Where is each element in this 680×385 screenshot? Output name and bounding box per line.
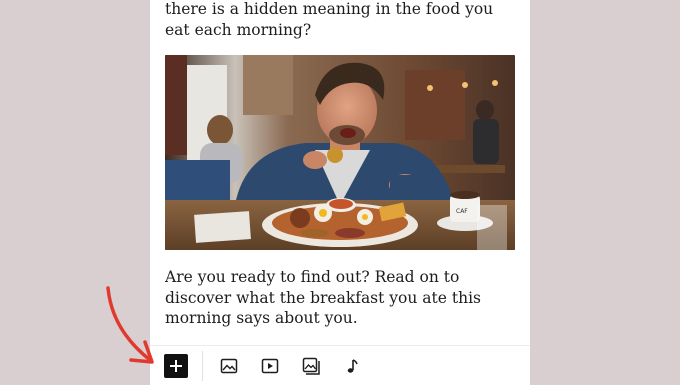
play-icon — [261, 358, 279, 374]
image-block-button[interactable] — [217, 354, 241, 378]
block-inserter-toolbar — [150, 345, 530, 385]
gallery-block-button[interactable] — [299, 354, 323, 378]
image-icon — [220, 358, 238, 374]
paragraph-block-top[interactable]: there is a hidden meaning in the food yo… — [165, 0, 515, 40]
breakfast-image[interactable]: CAF — [165, 55, 515, 250]
gallery-icon — [302, 357, 320, 375]
audio-block-button[interactable] — [340, 354, 364, 378]
breakfast-photo-illustration: CAF — [165, 55, 515, 250]
add-block-button[interactable] — [164, 354, 188, 378]
plus-icon — [170, 360, 182, 372]
toolbar-divider — [202, 351, 203, 381]
editor-canvas: there is a hidden meaning in the food yo… — [150, 0, 530, 385]
paragraph-block-bottom[interactable]: Are you ready to find out? Read on to di… — [165, 267, 515, 329]
video-block-button[interactable] — [258, 354, 282, 378]
music-note-icon — [347, 359, 358, 373]
cup-label: CAF — [456, 208, 468, 215]
